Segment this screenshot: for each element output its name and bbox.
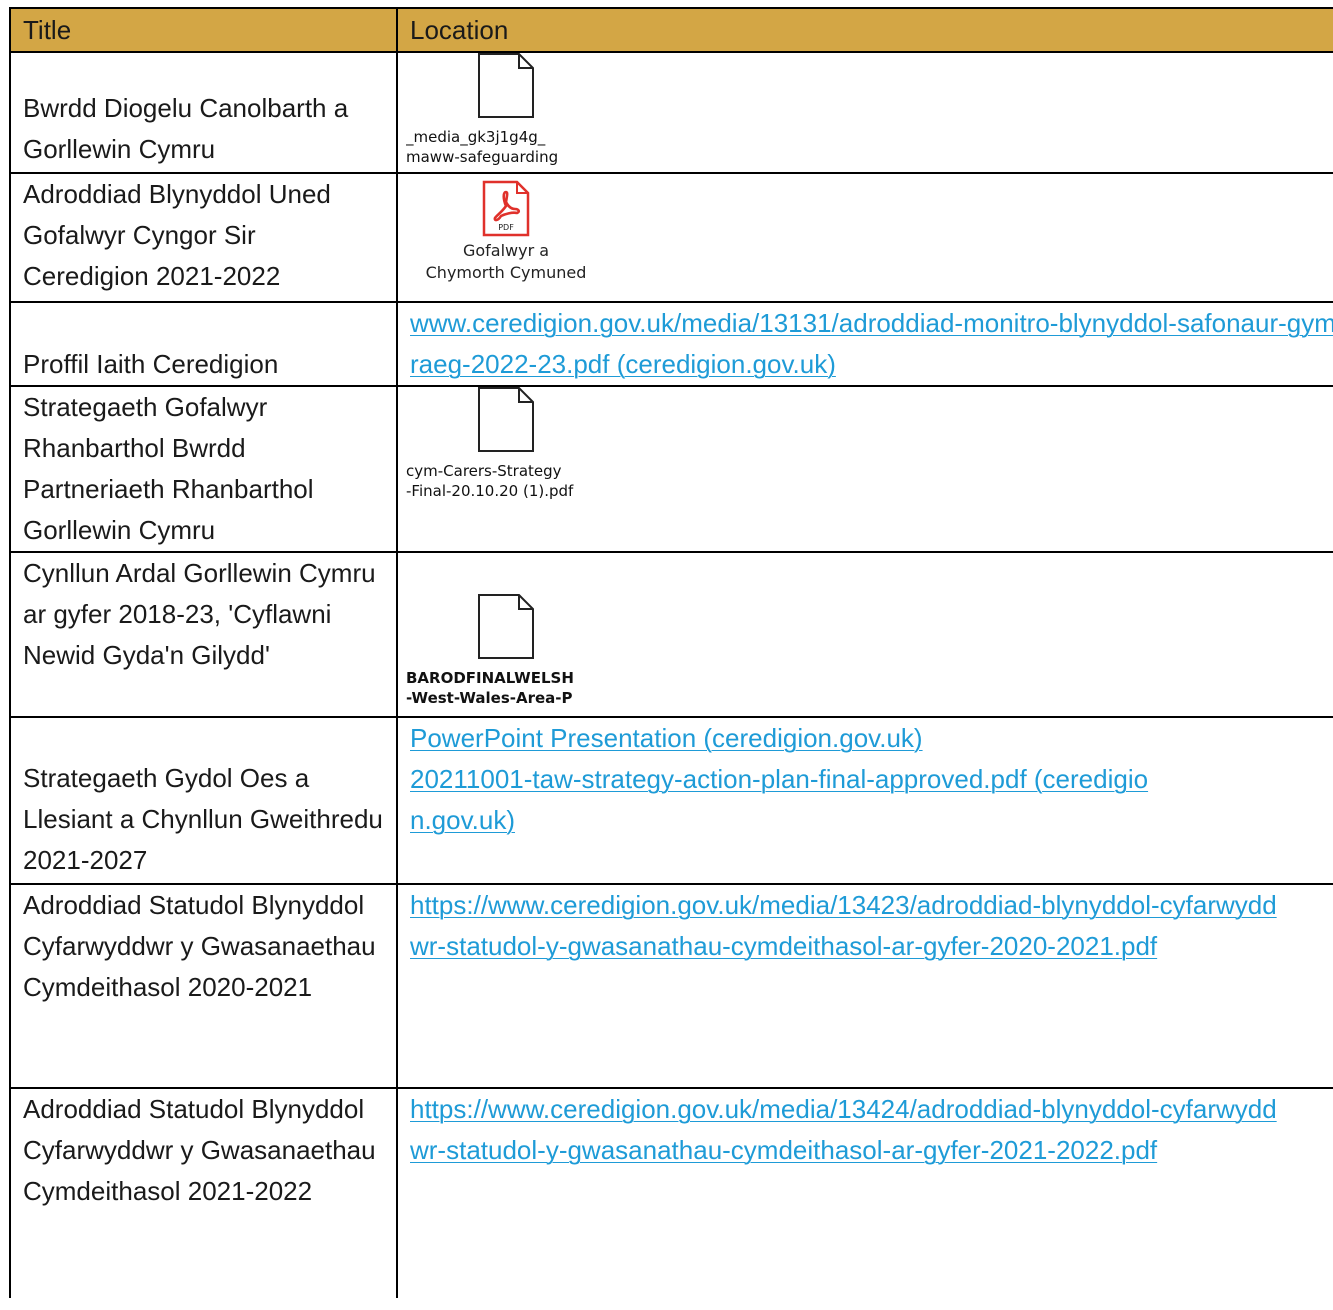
embedded-pdf-file[interactable]: PDF Gofalwyr a Chymorth Cymuned xyxy=(406,180,606,288)
pdf-badge: PDF xyxy=(498,223,514,232)
row-title: Adroddiad Statudol Blynyddol Cyfarwyddwr… xyxy=(9,883,398,1089)
location-link[interactable]: https://www.ceredigion.gov.uk/media/1342… xyxy=(410,1090,1280,1171)
resources-table: Title Location Bwrdd Diogelu Canolbarth … xyxy=(9,7,1333,1298)
table-row: Bwrdd Diogelu Canolbarth a Gorllewin Cym… xyxy=(9,51,1333,174)
embed-caption-line2: -West-Wales-Area-P xyxy=(406,689,573,707)
row-title: Proffil Iaith Ceredigion xyxy=(9,301,398,387)
embed-caption-line2: -Final-20.10.20 (1).pdf xyxy=(406,482,574,500)
embed-caption-line1: BARODFINALWELSH xyxy=(406,669,574,687)
table-row: Adroddiad Statudol Blynyddol Cyfarwyddwr… xyxy=(9,1087,1333,1298)
embed-caption-line1: _media_gk3j1g4g_ xyxy=(406,128,546,146)
row-location: https://www.ceredigion.gov.uk/media/1342… xyxy=(396,1087,1333,1298)
embed-caption-line2: maww-safeguarding xyxy=(406,148,559,166)
row-location: www.ceredigion.gov.uk/media/13131/adrodd… xyxy=(396,301,1333,387)
document-icon xyxy=(478,388,534,452)
row-location: _media_gk3j1g4g_ maww-safeguarding xyxy=(396,51,1333,174)
row-title: Adroddiad Blynyddol Uned Gofalwyr Cyngor… xyxy=(9,172,398,303)
header-location: Location xyxy=(396,7,1333,53)
row-location: https://www.ceredigion.gov.uk/media/1342… xyxy=(396,883,1333,1089)
header-title: Title xyxy=(9,7,398,53)
row-title: Cynllun Ardal Gorllewin Cymru ar gyfer 2… xyxy=(9,551,398,718)
pdf-icon: PDF xyxy=(482,180,530,237)
document-icon xyxy=(478,54,534,118)
embed-caption-line1: Gofalwyr a xyxy=(462,241,550,260)
table-row: Strategaeth Gofalwyr Rhanbarthol Bwrdd P… xyxy=(9,385,1333,553)
location-link[interactable]: https://www.ceredigion.gov.uk/media/1342… xyxy=(410,886,1280,967)
table-row: Adroddiad Statudol Blynyddol Cyfarwyddwr… xyxy=(9,883,1333,1089)
row-location: cym-Carers-Strategy -Final-20.10.20 (1).… xyxy=(396,385,1333,553)
embed-caption-line2: Chymorth Cymuned xyxy=(425,263,587,282)
embedded-file[interactable]: BARODFINALWELSH -West-Wales-Area-P xyxy=(406,594,606,712)
document-icon xyxy=(478,594,534,659)
table-row: Strategaeth Gydol Oes a Llesiant a Chynl… xyxy=(9,716,1333,885)
table-row: Cynllun Ardal Gorllewin Cymru ar gyfer 2… xyxy=(9,551,1333,718)
row-location: PowerPoint Presentation (ceredigion.gov.… xyxy=(396,716,1333,885)
table-row: Adroddiad Blynyddol Uned Gofalwyr Cyngor… xyxy=(9,172,1333,303)
location-link[interactable]: PowerPoint Presentation (ceredigion.gov.… xyxy=(410,719,1333,759)
row-location: BARODFINALWELSH -West-Wales-Area-P xyxy=(396,551,1333,718)
location-link[interactable]: www.ceredigion.gov.uk/media/13131/adrodd… xyxy=(410,304,1333,384)
table-header-row: Title Location xyxy=(9,7,1333,53)
table-row: Proffil Iaith Ceredigion www.ceredigion.… xyxy=(9,301,1333,387)
embed-caption-line1: cym-Carers-Strategy xyxy=(406,462,562,480)
location-link[interactable]: 20211001-taw-strategy-action-plan-final-… xyxy=(410,759,1150,841)
row-location: PDF Gofalwyr a Chymorth Cymuned xyxy=(396,172,1333,303)
row-title: Adroddiad Statudol Blynyddol Cyfarwyddwr… xyxy=(9,1087,398,1298)
embedded-file[interactable]: _media_gk3j1g4g_ maww-safeguarding xyxy=(406,54,606,171)
row-title: Strategaeth Gofalwyr Rhanbarthol Bwrdd P… xyxy=(9,385,398,553)
row-title: Bwrdd Diogelu Canolbarth a Gorllewin Cym… xyxy=(9,51,398,174)
embedded-file[interactable]: cym-Carers-Strategy -Final-20.10.20 (1).… xyxy=(406,388,606,505)
row-title: Strategaeth Gydol Oes a Llesiant a Chynl… xyxy=(9,716,398,885)
